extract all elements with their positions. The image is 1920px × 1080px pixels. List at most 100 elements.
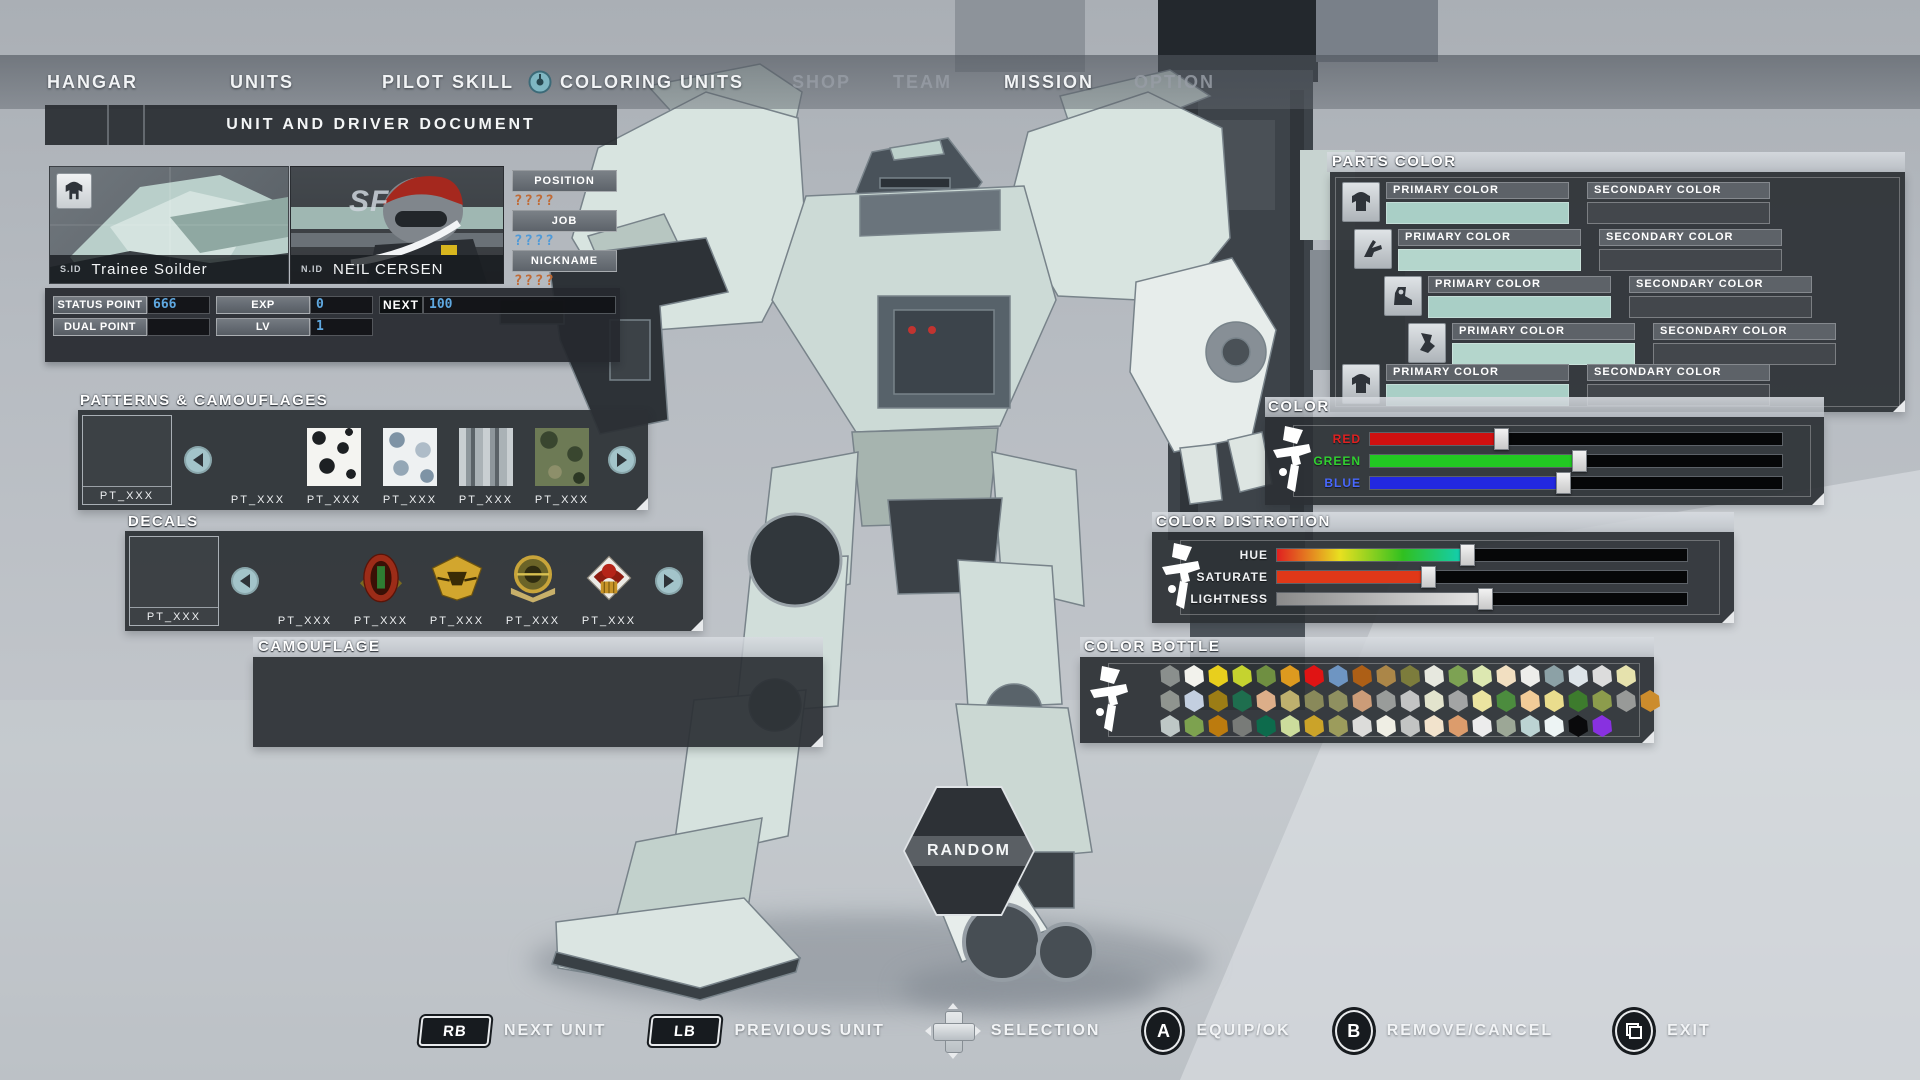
nav-shop[interactable]: SHOP [792,72,851,93]
green-slider[interactable] [1369,454,1783,468]
pattern-item[interactable]: PT_XXX [448,410,524,510]
secondary-color-swatch[interactable] [1599,249,1782,271]
color-bottle-swatch[interactable] [1568,715,1588,737]
color-bottle-swatch[interactable] [1328,665,1348,687]
saturate-slider-knob[interactable] [1421,566,1436,588]
color-bottle-swatch[interactable] [1592,715,1612,737]
color-bottle-swatch[interactable] [1208,690,1228,712]
color-bottle-swatch[interactable] [1160,690,1180,712]
nav-units[interactable]: UNITS [230,72,294,93]
color-bottle-swatch[interactable] [1352,690,1372,712]
exit-control[interactable]: EXIT [1615,1010,1711,1052]
green-slider-knob[interactable] [1572,450,1587,472]
color-bottle-swatch[interactable] [1520,665,1540,687]
color-bottle-swatch[interactable] [1472,715,1492,737]
color-bottle-swatch[interactable] [1448,665,1468,687]
secondary-color-swatch[interactable] [1587,202,1770,224]
color-bottle-swatch[interactable] [1400,690,1420,712]
decals-next-button[interactable] [655,567,683,595]
remove-cancel-control[interactable]: B REMOVE/CANCEL [1335,1010,1553,1052]
secondary-color-group[interactable]: SECONDARY COLOR [1653,323,1836,365]
color-bottle-swatch[interactable] [1256,690,1276,712]
blue-slider[interactable] [1369,476,1783,490]
decal-item[interactable]: PT_XXX [419,531,495,631]
saturate-slider[interactable] [1276,570,1688,584]
color-bottle-swatch[interactable] [1352,715,1372,737]
camouflage-panel[interactable] [253,657,823,747]
lightness-slider-knob[interactable] [1478,588,1493,610]
primary-color-swatch[interactable] [1398,249,1581,271]
color-bottle-swatch[interactable] [1448,690,1468,712]
color-bottle-swatch[interactable] [1280,690,1300,712]
color-bottle-swatch[interactable] [1304,665,1324,687]
secondary-color-group[interactable]: SECONDARY COLOR [1587,182,1770,224]
patterns-next-button[interactable] [608,446,636,474]
color-bottle-swatch[interactable] [1424,665,1444,687]
primary-color-swatch[interactable] [1428,296,1611,318]
decal-selected-slot[interactable]: PT_XXX [129,536,219,626]
red-slider-knob[interactable] [1494,428,1509,450]
nav-mission[interactable]: MISSION [1004,72,1094,93]
color-bottle-swatch[interactable] [1544,690,1564,712]
color-bottle-swatch[interactable] [1232,715,1252,737]
color-bottle-swatch[interactable] [1232,690,1252,712]
color-bottle-swatch[interactable] [1496,715,1516,737]
selection-control[interactable]: SELECTION [929,1007,1101,1055]
secondary-color-swatch[interactable] [1653,343,1836,365]
color-bottle-swatch[interactable] [1208,665,1228,687]
hue-slider[interactable] [1276,548,1688,562]
secondary-color-group[interactable]: SECONDARY COLOR [1599,229,1782,271]
color-bottle-swatch[interactable] [1400,665,1420,687]
secondary-color-group[interactable]: SECONDARY COLOR [1629,276,1812,318]
blue-slider-knob[interactable] [1556,472,1571,494]
color-bottle-swatch[interactable] [1400,715,1420,737]
primary-color-group[interactable]: PRIMARY COLOR [1386,182,1569,224]
color-bottle-swatch[interactable] [1328,690,1348,712]
color-bottle-swatch[interactable] [1544,715,1564,737]
pattern-selected-slot[interactable]: PT_XXX [82,415,172,505]
decal-item[interactable]: PT_XXX [343,531,419,631]
color-bottle-swatch[interactable] [1616,665,1636,687]
nav-coloring-units[interactable]: COLORING UNITS [560,72,744,93]
pattern-item[interactable]: PT_XXX [524,410,600,510]
primary-color-swatch[interactable] [1386,202,1569,224]
color-bottle-swatch[interactable] [1256,665,1276,687]
color-bottle-swatch[interactable] [1472,665,1492,687]
color-bottle-swatch[interactable] [1376,715,1396,737]
color-bottle-swatch[interactable] [1568,690,1588,712]
equip-ok-control[interactable]: A EQUIP/OK [1144,1010,1290,1052]
color-bottle-swatch[interactable] [1304,690,1324,712]
decal-item[interactable]: PT_XXX [267,531,343,631]
color-bottle-swatch[interactable] [1496,690,1516,712]
pilot-card[interactable]: SF N.ID NEIL CERSEN [290,166,504,284]
color-bottle-swatch[interactable] [1280,665,1300,687]
nav-team[interactable]: TEAM [893,72,952,93]
color-bottle-swatch[interactable] [1520,690,1540,712]
hue-slider-knob[interactable] [1460,544,1475,566]
color-bottle-swatch[interactable] [1592,665,1612,687]
color-bottle-swatch[interactable] [1376,690,1396,712]
color-bottle-swatch[interactable] [1184,715,1204,737]
red-slider[interactable] [1369,432,1783,446]
color-bottle-swatch[interactable] [1328,715,1348,737]
color-bottle-swatch[interactable] [1256,715,1276,737]
color-bottle-swatch[interactable] [1616,690,1636,712]
decal-item[interactable]: PT_XXX [571,531,647,631]
color-bottle-swatch[interactable] [1448,715,1468,737]
pattern-item[interactable]: PT_XXX [296,410,372,510]
color-bottle-swatch[interactable] [1304,715,1324,737]
decal-item[interactable]: PT_XXX [495,531,571,631]
color-bottle-swatch[interactable] [1496,665,1516,687]
unit-card[interactable]: S.ID Trainee Soilder [49,166,289,284]
color-bottle-swatch[interactable] [1184,690,1204,712]
color-bottle-swatch[interactable] [1160,665,1180,687]
decals-prev-button[interactable] [231,567,259,595]
secondary-color-swatch[interactable] [1629,296,1812,318]
nav-pilot-skill[interactable]: PILOT SKILL [382,72,514,93]
nav-hangar[interactable]: HANGAR [47,72,138,93]
previous-unit-control[interactable]: LB PREVIOUS UNIT [650,1016,884,1046]
color-bottle-swatch[interactable] [1160,715,1180,737]
primary-color-group[interactable]: PRIMARY COLOR [1398,229,1581,271]
primary-color-group[interactable]: PRIMARY COLOR [1428,276,1611,318]
color-bottle-swatch[interactable] [1544,665,1564,687]
